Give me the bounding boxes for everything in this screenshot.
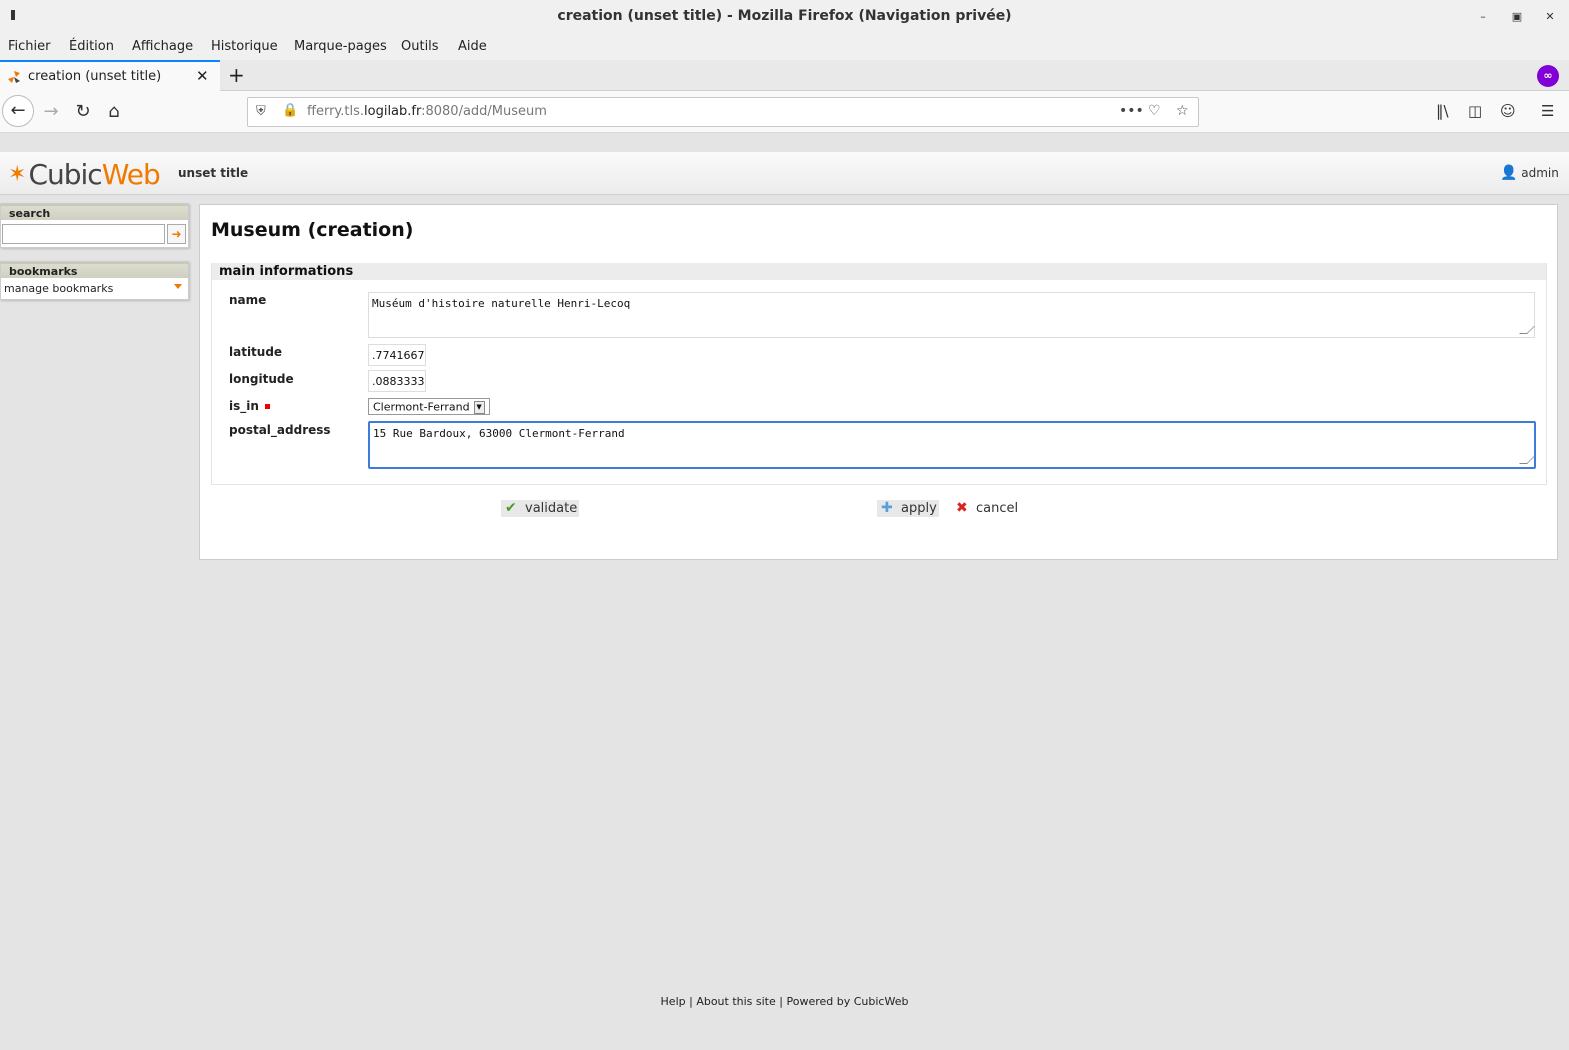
search-box-title: search: [1, 204, 188, 220]
menu-fichier[interactable]: Fichier: [8, 39, 51, 54]
is-in-label: is_in: [229, 399, 270, 413]
name-label: name: [229, 293, 267, 307]
pocket-icon[interactable]: ♡: [1148, 103, 1161, 119]
chevron-down-icon[interactable]: [174, 284, 182, 289]
site-title[interactable]: unset title: [178, 166, 248, 180]
tab-strip: creation (unset title) ✕ + ∞: [0, 60, 1569, 91]
latitude-label: latitude: [229, 345, 283, 359]
bookmarks-box-title: bookmarks: [1, 262, 188, 278]
fieldset-legend: main informations: [212, 263, 1546, 280]
longitude-label: longitude: [229, 372, 294, 386]
is-in-select[interactable]: Clermont-Ferrand ▼: [368, 398, 490, 415]
window-titlebar: creation (unset title) - Mozilla Firefox…: [0, 0, 1569, 34]
postal-address-label: postal_address: [229, 423, 331, 437]
url-text[interactable]: fferry.tls.logilab.fr:8080/add/Museum: [307, 104, 547, 119]
footer: Help | About this site | Powered by Cubi…: [0, 995, 1569, 1008]
forward-icon[interactable]: →: [36, 97, 66, 127]
navigation-toolbar: ← → ↻ ⌂ ⛨ 🔒 fferry.tls.logilab.fr:8080/a…: [0, 91, 1569, 133]
validate-button[interactable]: ✔ validate: [501, 500, 580, 517]
about-link[interactable]: About this site: [696, 995, 775, 1008]
checkmark-icon: ✔: [505, 500, 517, 516]
user-menu[interactable]: 👤 admin: [1500, 165, 1559, 181]
bookmark-star-icon[interactable]: ☆: [1176, 103, 1189, 119]
apply-button[interactable]: ✚ apply: [877, 500, 939, 517]
private-browsing-icon: ∞: [1537, 65, 1559, 87]
tab-active[interactable]: creation (unset title) ✕: [0, 60, 220, 91]
resize-handle-icon[interactable]: [1519, 326, 1535, 334]
main-informations-fieldset: main informations name Muséum d'histoire…: [211, 263, 1547, 485]
page-actions-icon[interactable]: •••: [1119, 103, 1144, 119]
library-icon[interactable]: ‖\: [1436, 102, 1449, 120]
account-icon[interactable]: ☺: [1500, 102, 1516, 120]
sidebar-toggle-icon[interactable]: ◫: [1468, 102, 1482, 120]
tab-close-icon[interactable]: ✕: [196, 67, 209, 85]
cubicweb-logo[interactable]: ✶CubicWeb: [8, 158, 161, 191]
window-title: creation (unset title) - Mozilla Firefox…: [557, 8, 1012, 24]
footer-separator: |: [775, 995, 787, 1008]
bookmarks-box: bookmarks manage bookmarks: [0, 261, 189, 300]
menu-bar: Fichier Édition Affichage Historique Mar…: [0, 34, 1569, 60]
tracking-shield-icon[interactable]: ⛨: [256, 104, 266, 119]
menu-aide[interactable]: Aide: [458, 39, 487, 54]
footer-separator: |: [685, 995, 697, 1008]
url-bar[interactable]: ⛨ 🔒 fferry.tls.logilab.fr:8080/add/Museu…: [247, 97, 1199, 127]
cubicweb-favicon-icon: [8, 71, 20, 83]
new-tab-icon[interactable]: +: [228, 63, 245, 87]
search-box: search ➜: [0, 203, 189, 248]
plus-icon: ✚: [881, 500, 893, 516]
insecure-lock-icon[interactable]: 🔒: [282, 103, 298, 118]
search-go-icon[interactable]: ➜: [167, 224, 186, 244]
cross-icon: ✖: [956, 500, 968, 516]
user-icon: 👤: [1500, 165, 1518, 181]
menu-edition[interactable]: Édition: [69, 39, 114, 54]
main-content: Museum (creation) main informations name…: [199, 204, 1558, 560]
menu-affichage[interactable]: Affichage: [132, 39, 193, 54]
maximize-icon[interactable]: ▣: [1508, 8, 1526, 26]
home-icon[interactable]: ⌂: [99, 97, 129, 127]
back-icon[interactable]: ←: [2, 95, 34, 127]
reload-icon[interactable]: ↻: [68, 97, 98, 127]
longitude-field[interactable]: .0883333: [368, 370, 426, 392]
postal-address-field[interactable]: 15 Rue Bardoux, 63000 Clermont-Ferrand: [368, 421, 1536, 469]
minimize-icon[interactable]: –: [1474, 8, 1492, 26]
tab-title: creation (unset title): [28, 69, 162, 84]
hamburger-menu-icon[interactable]: ☰: [1541, 102, 1554, 120]
page-title: Museum (creation): [211, 219, 414, 241]
app-header: ✶CubicWeb unset title 👤 admin: [0, 152, 1569, 195]
chevron-down-icon: ▼: [473, 401, 485, 414]
manage-bookmarks-select[interactable]: manage bookmarks: [4, 282, 113, 295]
menu-outils[interactable]: Outils: [401, 39, 439, 54]
latitude-field[interactable]: .7741667: [368, 344, 426, 366]
powered-by-link[interactable]: Powered by CubicWeb: [786, 995, 908, 1008]
menu-historique[interactable]: Historique: [211, 39, 278, 54]
logo-star-icon: ✶: [8, 162, 27, 187]
search-input[interactable]: [2, 224, 165, 244]
user-name: admin: [1521, 166, 1559, 180]
help-link[interactable]: Help: [661, 995, 686, 1008]
cancel-button[interactable]: ✖ cancel: [952, 500, 1018, 517]
name-field[interactable]: Muséum d'histoire naturelle Henri-Lecoq: [368, 292, 1535, 338]
close-icon[interactable]: ✕: [1541, 8, 1559, 26]
required-marker-icon: [264, 404, 270, 409]
resize-handle-icon[interactable]: [1519, 456, 1535, 464]
menu-marque-pages[interactable]: Marque-pages: [294, 39, 387, 54]
